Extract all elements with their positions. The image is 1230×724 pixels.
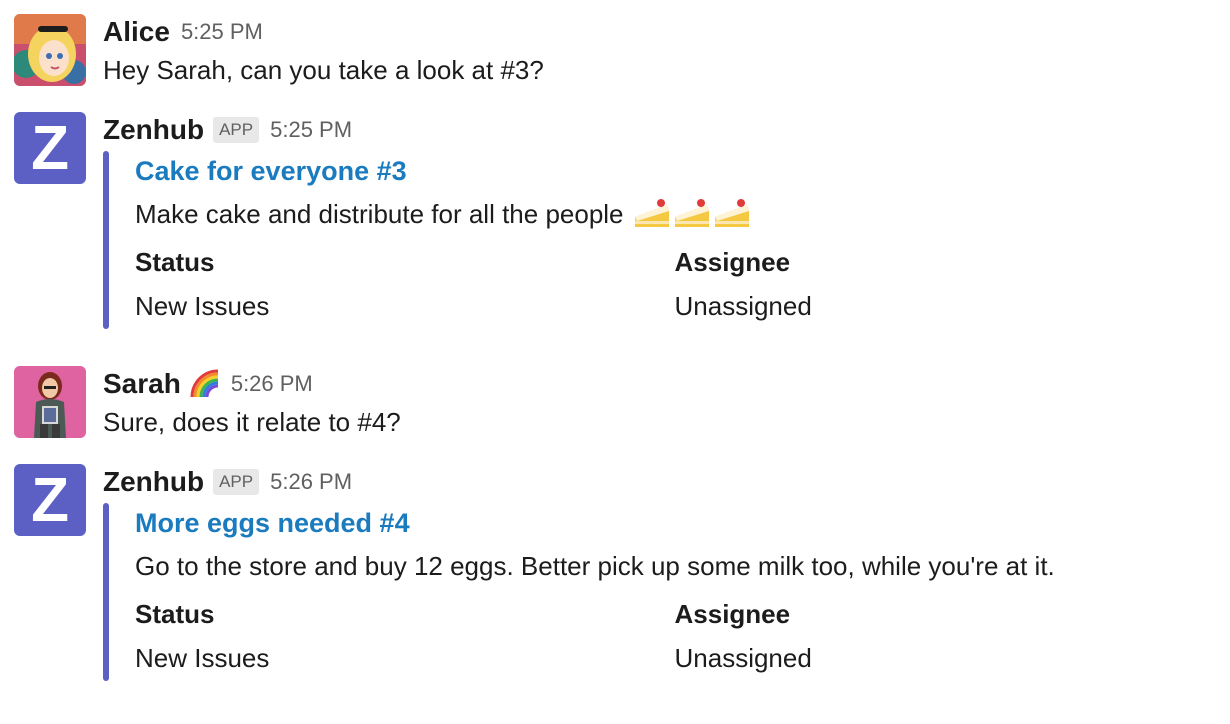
issue-fields: Status New Issues Assignee Unassigned (135, 593, 1214, 681)
field-value: Unassigned (674, 291, 812, 321)
author-name[interactable]: Alice (103, 16, 170, 48)
field-assignee: Assignee Unassigned (675, 241, 1215, 329)
zenhub-logo-letter: Z (31, 114, 69, 183)
field-title: Assignee (674, 599, 791, 629)
attachment-color-bar (103, 503, 109, 681)
issue-description: Make cake and distribute for all the peo… (135, 191, 1214, 237)
issue-description: Go to the store and buy 12 eggs. Better … (135, 543, 1214, 589)
field-value: New Issues (135, 643, 270, 673)
timestamp[interactable]: 5:25 PM (181, 19, 263, 45)
cake-icon (674, 199, 709, 227)
message-text: Sure, does it relate to #4? (103, 407, 401, 437)
field-title: Assignee (674, 247, 791, 277)
issue-attachment: Cake for everyone #3 Make cake and distr… (103, 151, 1214, 329)
avatar-zenhub[interactable]: Z (14, 464, 86, 536)
field-title: Status (135, 599, 215, 629)
zenhub-logo-letter: Z (31, 466, 69, 535)
attachment-color-bar (103, 151, 109, 329)
timestamp[interactable]: 5:26 PM (270, 469, 352, 495)
field-value: Unassigned (674, 643, 812, 673)
field-status: Status New Issues (135, 241, 675, 329)
author-name[interactable]: Zenhub (103, 114, 204, 146)
rainbow-icon (190, 369, 218, 398)
message-text: Hey Sarah, can you take a look at #3? (103, 55, 544, 85)
avatar-sarah[interactable] (14, 366, 86, 438)
author-name[interactable]: Sarah (103, 368, 181, 400)
cake-icon (634, 199, 669, 227)
app-badge: APP (213, 469, 260, 495)
issue-title-link[interactable]: More eggs needed #4 (135, 503, 1214, 543)
avatar-zenhub[interactable]: Z (14, 112, 86, 184)
field-assignee: Assignee Unassigned (675, 593, 1215, 681)
issue-attachment: More eggs needed #4 Go to the store and … (103, 503, 1214, 681)
field-title: Status (135, 247, 215, 277)
timestamp[interactable]: 5:26 PM (231, 371, 313, 397)
field-value: New Issues (135, 291, 270, 321)
avatar-alice[interactable] (14, 14, 86, 86)
issue-description-text: Go to the store and buy 12 eggs. Better … (135, 551, 1055, 581)
issue-description-text: Make cake and distribute for all the peo… (135, 199, 624, 229)
issue-title-link[interactable]: Cake for everyone #3 (135, 151, 1214, 191)
timestamp[interactable]: 5:25 PM (270, 117, 352, 143)
issue-fields: Status New Issues Assignee Unassigned (135, 241, 1214, 329)
field-status: Status New Issues (135, 593, 675, 681)
app-badge: APP (213, 117, 260, 143)
author-name[interactable]: Zenhub (103, 466, 204, 498)
cake-icon (714, 199, 749, 227)
